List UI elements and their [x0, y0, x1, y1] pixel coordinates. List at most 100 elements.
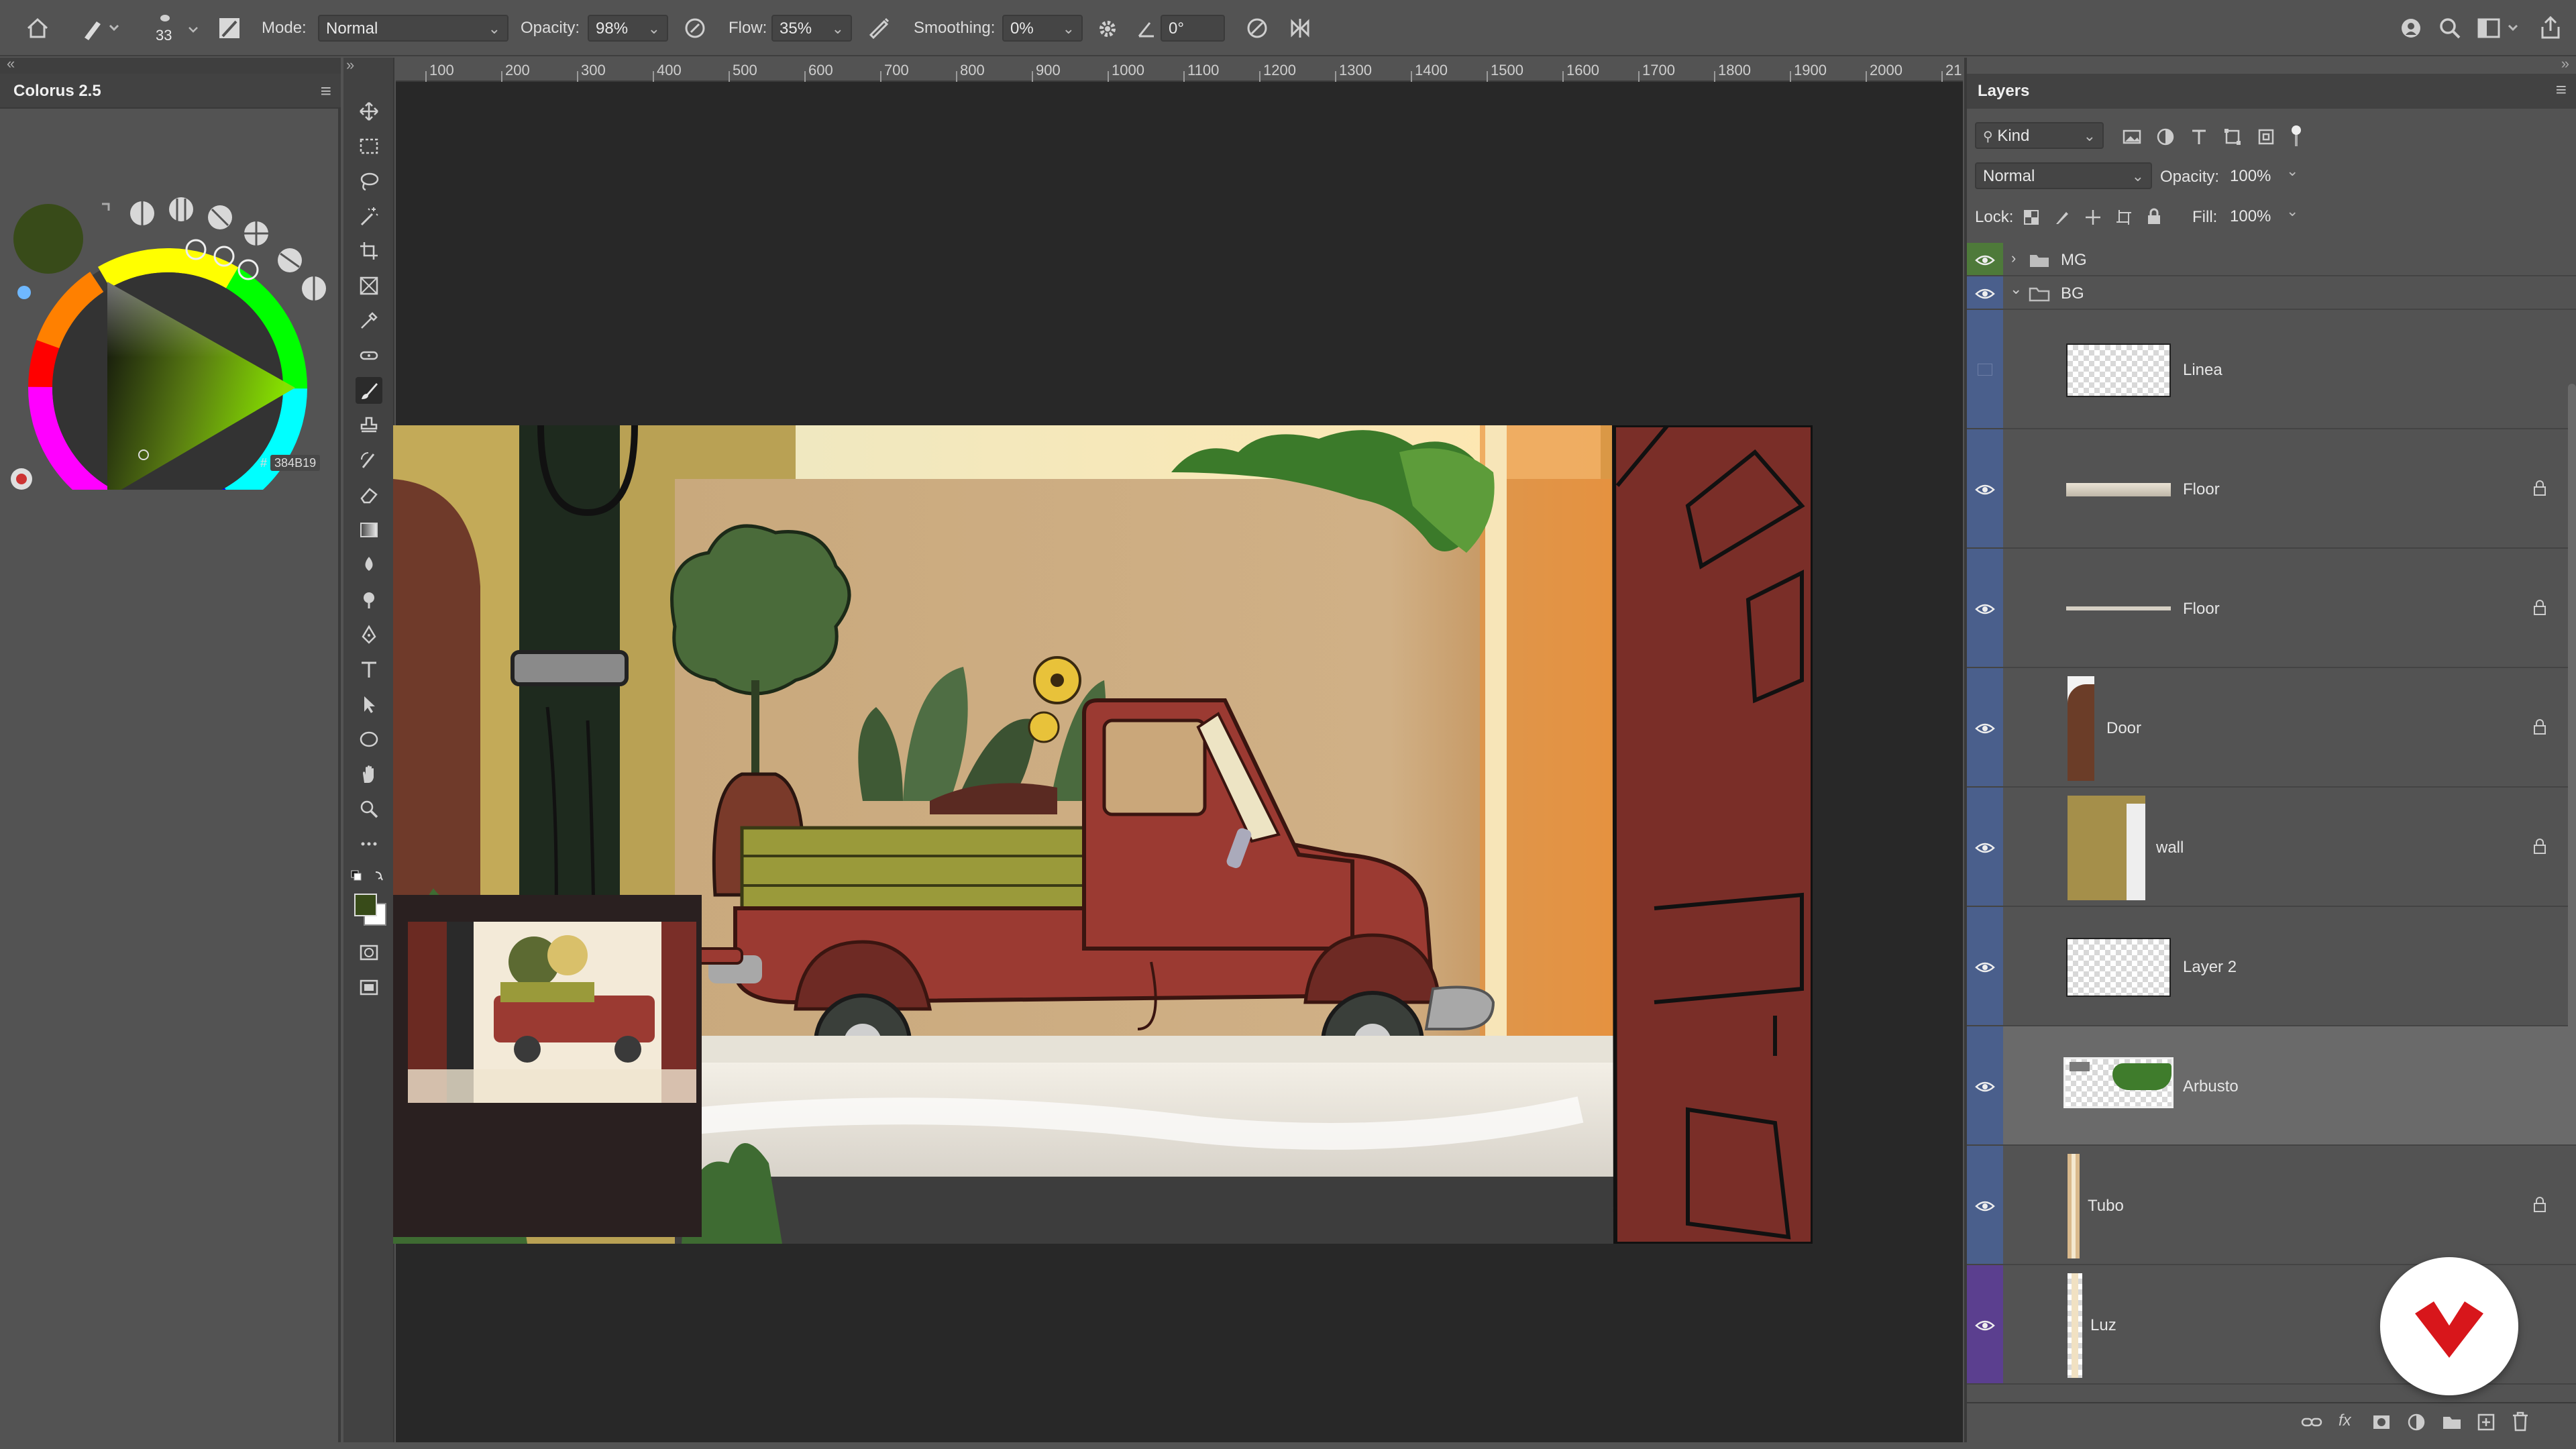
brush-tool-icon[interactable] — [356, 377, 382, 404]
chevron-down-icon[interactable]: ⌄ — [2010, 280, 2022, 298]
workspace-icon[interactable] — [2477, 16, 2521, 40]
eye-icon[interactable] — [1975, 483, 1995, 496]
trash-icon[interactable] — [2512, 1411, 2529, 1432]
flow-field[interactable]: 35% ⌄ — [771, 15, 852, 42]
hand-tool-icon[interactable] — [356, 761, 382, 788]
chevron-down-icon[interactable]: ⌄ — [2286, 162, 2298, 180]
add-mask-icon[interactable] — [2372, 1413, 2391, 1432]
eye-icon[interactable] — [1975, 1199, 1995, 1213]
layer-group-bg[interactable]: ⌄ BG — [1967, 276, 2576, 310]
layer-filter-select[interactable]: ⚲ Kind ⌄ — [1975, 122, 2104, 149]
lock-icon[interactable] — [2533, 719, 2546, 735]
airbrush-icon[interactable] — [867, 16, 891, 40]
eye-icon[interactable] — [1975, 602, 1995, 616]
lock-all-icon[interactable] — [2147, 208, 2161, 225]
lock-transparent-icon[interactable] — [2023, 209, 2039, 225]
pen-tool-icon[interactable] — [356, 621, 382, 648]
foreground-color-swatch[interactable] — [354, 894, 377, 916]
frame-tool-icon[interactable] — [356, 272, 382, 299]
fx-icon[interactable]: fx — [2339, 1411, 2351, 1430]
layer-row-selected[interactable]: Arbusto — [1967, 1026, 2576, 1146]
collapse-icon[interactable]: » — [2561, 55, 2569, 72]
eye-icon[interactable] — [1975, 961, 1995, 974]
more-tools-icon[interactable] — [356, 830, 382, 857]
colourus-panel-tab[interactable]: Colorus 2.5 ≡ — [0, 74, 341, 109]
healing-tool-icon[interactable] — [356, 342, 382, 369]
collapse-icon[interactable]: » — [346, 56, 354, 74]
lasso-tool-icon[interactable] — [356, 168, 382, 195]
eye-icon[interactable] — [1975, 1319, 1995, 1332]
angle-field[interactable]: 0° — [1161, 15, 1225, 42]
type-tool-icon[interactable] — [356, 656, 382, 683]
layer-row[interactable]: Door — [1967, 668, 2576, 788]
search-icon[interactable] — [2438, 16, 2462, 40]
lock-icon[interactable] — [2533, 1197, 2546, 1213]
eraser-tool-icon[interactable] — [356, 482, 382, 508]
pressure-opacity-icon[interactable] — [683, 16, 707, 40]
chevron-down-icon[interactable]: ⌄ — [2286, 203, 2298, 220]
layer-row[interactable]: Floor — [1967, 549, 2576, 668]
blur-tool-icon[interactable] — [356, 551, 382, 578]
fill-field[interactable]: 100% — [2222, 203, 2289, 229]
ellipse-tool-icon[interactable] — [356, 726, 382, 753]
collapse-icon[interactable]: « — [7, 55, 15, 72]
dodge-tool-icon[interactable] — [356, 586, 382, 613]
lock-pixels-icon[interactable] — [2054, 209, 2070, 225]
history-brush-icon[interactable] — [356, 447, 382, 474]
filter-type-icon[interactable] — [2190, 127, 2208, 146]
new-group-icon[interactable] — [2442, 1414, 2462, 1430]
layer-row[interactable]: Layer 2 — [1967, 907, 2576, 1026]
stamp-tool-icon[interactable] — [356, 412, 382, 439]
eye-icon[interactable] — [1975, 722, 1995, 735]
learn-icon[interactable] — [2399, 16, 2423, 40]
smoothing-field[interactable]: 0% ⌄ — [1002, 15, 1083, 42]
move-tool-icon[interactable] — [356, 98, 382, 125]
magic-wand-tool-icon[interactable] — [356, 203, 382, 229]
crop-tool-icon[interactable] — [356, 237, 382, 264]
layer-row[interactable]: wall — [1967, 788, 2576, 907]
gradient-tool-icon[interactable] — [356, 517, 382, 543]
blend-mode-select[interactable]: Normal ⌄ — [1975, 162, 2152, 189]
pressure-size-icon[interactable] — [1245, 16, 1269, 40]
link-layers-icon[interactable] — [2301, 1414, 2322, 1430]
home-icon[interactable] — [25, 16, 50, 40]
lock-icon[interactable] — [2533, 839, 2546, 855]
layers-panel-tab[interactable]: Layers ≡ — [1967, 74, 2576, 109]
eye-icon[interactable] — [1975, 1080, 1995, 1093]
eye-icon[interactable] — [1975, 254, 1995, 267]
layer-row[interactable]: Floor — [1967, 429, 2576, 549]
brush-settings-icon[interactable] — [217, 16, 241, 40]
layers-scrollbar[interactable] — [2568, 384, 2576, 1055]
lock-artboard-icon[interactable] — [2116, 209, 2132, 225]
lock-icon[interactable] — [2533, 480, 2546, 496]
color-wheel[interactable] — [0, 114, 341, 490]
filter-toggle-icon[interactable] — [2290, 125, 2302, 148]
eye-icon[interactable] — [1975, 287, 1995, 301]
quick-mask-icon[interactable] — [356, 939, 382, 966]
foreground-background-colors[interactable] — [350, 890, 390, 930]
default-colors-icon[interactable] — [349, 868, 389, 884]
chevron-right-icon[interactable]: › — [2011, 250, 2016, 267]
lock-icon[interactable] — [2533, 600, 2546, 616]
layer-row[interactable]: Tubo — [1967, 1146, 2576, 1265]
filter-adjustment-icon[interactable] — [2156, 127, 2175, 146]
panel-menu-icon[interactable]: ≡ — [321, 80, 331, 102]
filter-smart-object-icon[interactable] — [2257, 127, 2275, 146]
opacity-field[interactable]: 98% ⌄ — [588, 15, 668, 42]
zoom-tool-icon[interactable] — [356, 796, 382, 822]
symmetry-icon[interactable] — [1288, 16, 1312, 40]
layer-opacity-field[interactable]: 100% — [2222, 162, 2289, 189]
marquee-tool-icon[interactable] — [356, 133, 382, 160]
hex-readout[interactable]: # 384B19 — [260, 455, 321, 471]
layer-group-mg[interactable]: › MG — [1967, 243, 2576, 276]
panel-menu-icon[interactable]: ≡ — [2556, 79, 2567, 101]
screen-mode-icon[interactable] — [356, 974, 382, 1001]
filter-shape-icon[interactable] — [2223, 127, 2242, 146]
share-icon[interactable] — [2538, 15, 2563, 40]
brush-preset-icon[interactable] — [80, 15, 121, 42]
gear-icon[interactable] — [1096, 17, 1119, 40]
brush-size-control[interactable]: 33 — [153, 9, 207, 50]
visibility-off-box[interactable] — [1978, 364, 1992, 376]
artwork-canvas[interactable] — [393, 425, 1813, 1244]
eyedropper-tool-icon[interactable] — [356, 307, 382, 334]
